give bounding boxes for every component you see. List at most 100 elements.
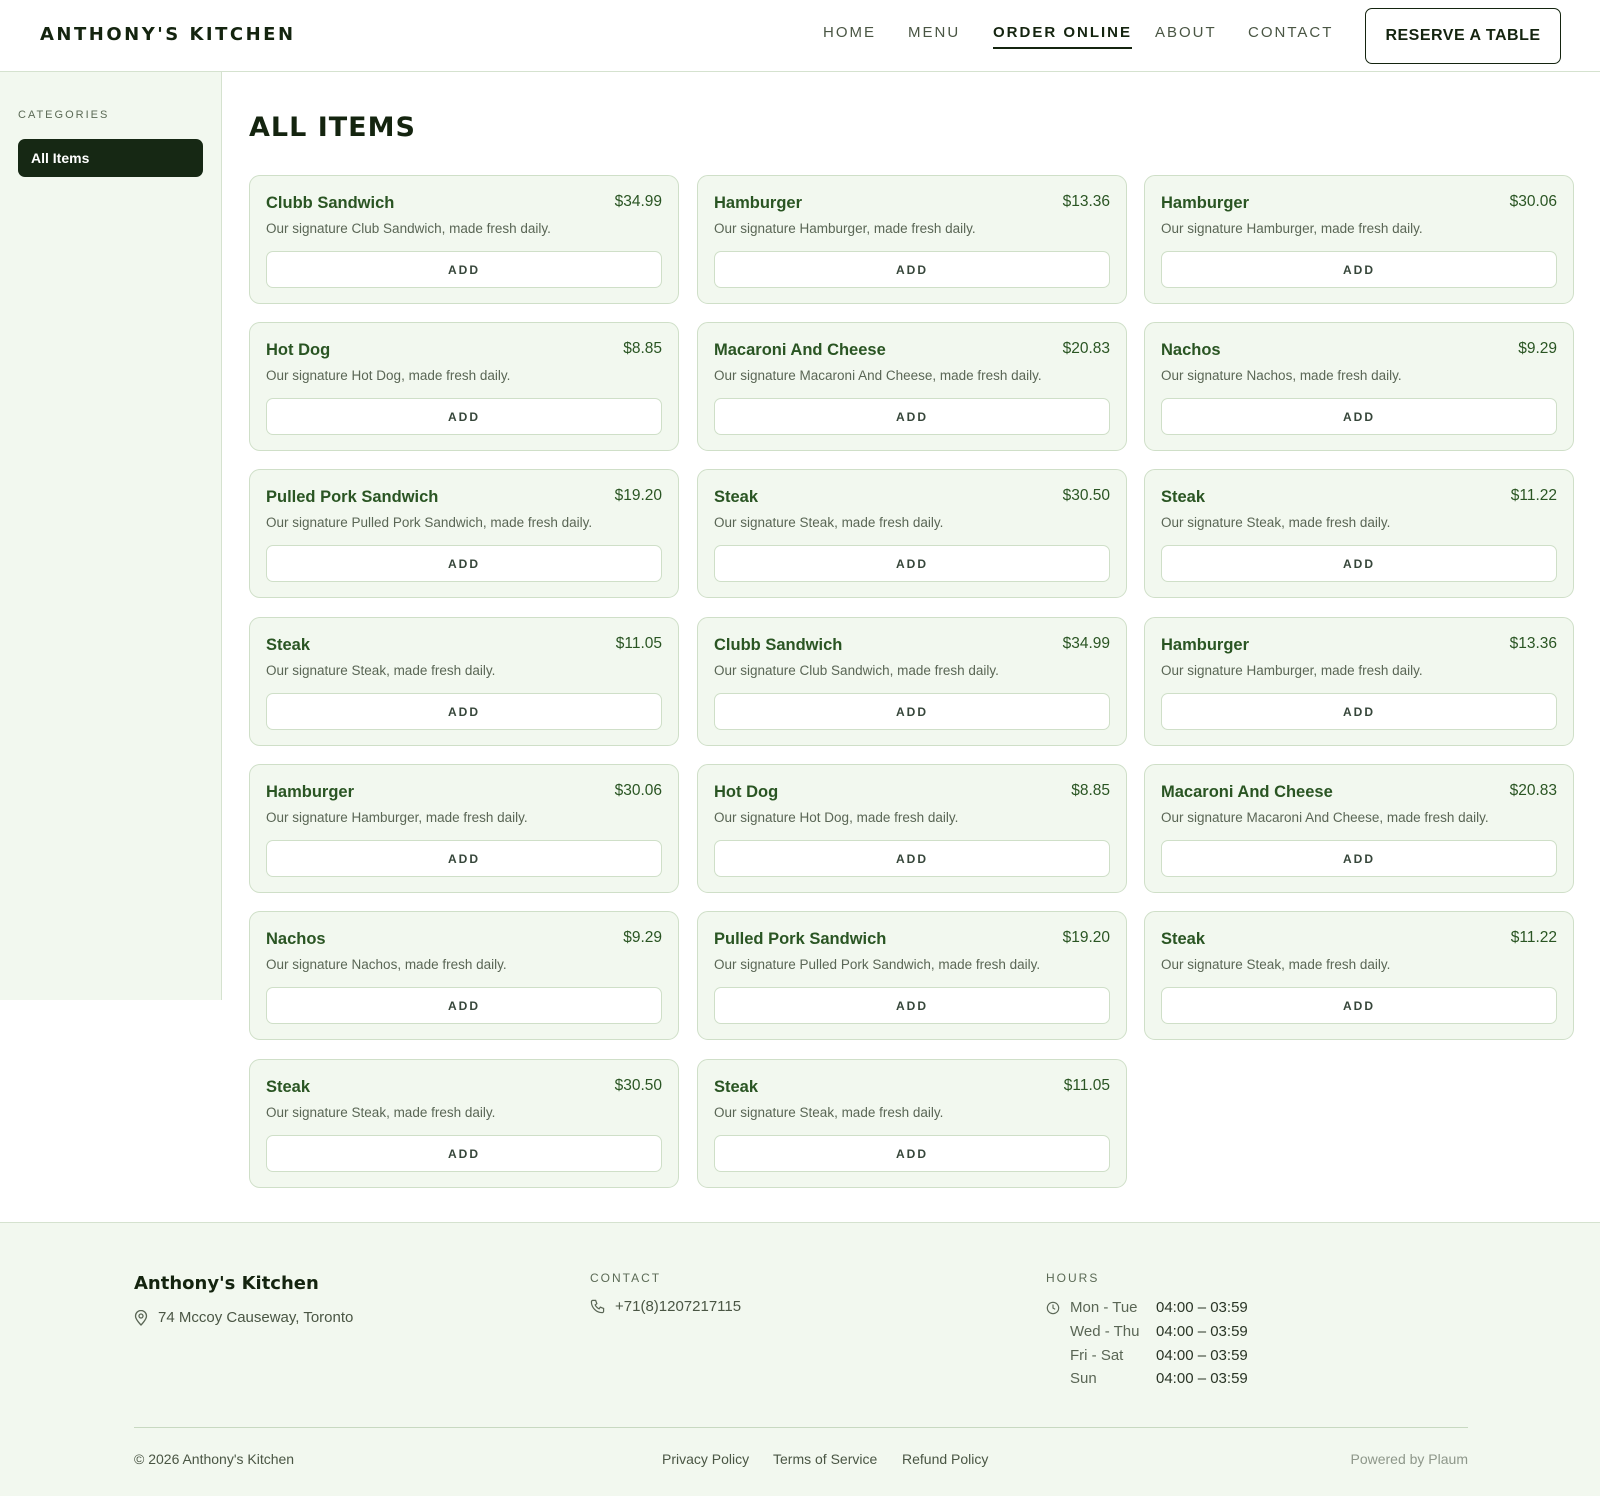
hours-days: Wed - Thu xyxy=(1070,1323,1140,1340)
item-description: Our signature Steak, made fresh daily. xyxy=(266,1105,496,1120)
item-name: Hamburger xyxy=(714,194,803,212)
add-to-cart-button[interactable]: ADD xyxy=(1161,987,1557,1024)
item-name: Steak xyxy=(266,1078,311,1096)
footer-divider xyxy=(134,1427,1468,1428)
phone-icon xyxy=(590,1299,605,1314)
item-price: $13.36 xyxy=(1062,193,1110,210)
item-description: Our signature Hamburger, made fresh dail… xyxy=(1161,221,1423,236)
add-to-cart-button[interactable]: ADD xyxy=(1161,251,1557,288)
category-sidebar: CATEGORIES All Items xyxy=(0,72,222,1000)
item-description: Our signature Steak, made fresh daily. xyxy=(1161,515,1391,530)
add-to-cart-button[interactable]: ADD xyxy=(1161,545,1557,582)
add-to-cart-button[interactable]: ADD xyxy=(266,1135,662,1172)
add-to-cart-button[interactable]: ADD xyxy=(266,987,662,1024)
item-price: $30.06 xyxy=(1509,193,1557,210)
add-to-cart-button[interactable]: ADD xyxy=(714,545,1110,582)
item-name: Hot Dog xyxy=(266,341,331,359)
privacy-policy-link[interactable]: Privacy Policy xyxy=(662,1451,749,1467)
reserve-table-button[interactable]: RESERVE A TABLE xyxy=(1365,8,1561,64)
brand-logo[interactable]: ANTHONY'S KITCHEN xyxy=(40,24,296,45)
item-description: Our signature Hamburger, made fresh dail… xyxy=(266,810,528,825)
item-price: $11.22 xyxy=(1510,487,1557,504)
item-name: Hot Dog xyxy=(714,783,779,801)
item-price: $20.83 xyxy=(1509,782,1557,799)
add-to-cart-button[interactable]: ADD xyxy=(266,840,662,877)
map-pin-icon xyxy=(134,1309,148,1326)
menu-item-card: Hamburger $30.06 Our signature Hamburger, … xyxy=(249,764,679,893)
site-footer: Anthony's Kitchen 74 Mccoy Causeway, Tor… xyxy=(0,1222,1600,1496)
add-to-cart-button[interactable]: ADD xyxy=(266,693,662,730)
item-description: Our signature Club Sandwich, made fresh … xyxy=(266,221,551,236)
item-name: Clubb Sandwich xyxy=(714,636,843,654)
add-to-cart-button[interactable]: ADD xyxy=(1161,840,1557,877)
item-price: $30.50 xyxy=(614,1077,662,1094)
item-price: $9.29 xyxy=(623,929,662,946)
menu-item-card: Steak $11.05 Our signature Steak, made fre… xyxy=(249,617,679,746)
add-to-cart-button[interactable]: ADD xyxy=(714,693,1110,730)
item-description: Our signature Hot Dog, made fresh daily. xyxy=(714,810,959,825)
item-description: Our signature Steak, made fresh daily. xyxy=(266,663,496,678)
item-description: Our signature Macaroni And Cheese, made … xyxy=(1161,810,1489,825)
menu-item-card: Clubb Sandwich $34.99 Our signature Club S… xyxy=(249,175,679,304)
nav-contact[interactable]: CONTACT xyxy=(1248,24,1333,41)
add-to-cart-button[interactable]: ADD xyxy=(266,545,662,582)
item-name: Steak xyxy=(1161,488,1206,506)
add-to-cart-button[interactable]: ADD xyxy=(1161,693,1557,730)
item-description: Our signature Hamburger, made fresh dail… xyxy=(1161,663,1423,678)
hours-time: 04:00 – 03:59 xyxy=(1156,1347,1248,1364)
menu-item-card: Steak $30.50 Our signature Steak, made fre… xyxy=(697,469,1127,598)
item-name: Nachos xyxy=(266,930,326,948)
item-name: Steak xyxy=(266,636,311,654)
category-all-items[interactable]: All Items xyxy=(18,139,203,177)
item-price: $30.50 xyxy=(1062,487,1110,504)
add-to-cart-button[interactable]: ADD xyxy=(714,987,1110,1024)
add-to-cart-button[interactable]: ADD xyxy=(714,840,1110,877)
item-description: Our signature Steak, made fresh daily. xyxy=(714,1105,944,1120)
menu-item-card: Macaroni And Cheese $20.83 Our signature M… xyxy=(1144,764,1574,893)
menu-item-card: Pulled Pork Sandwich $19.20 Our signature … xyxy=(697,911,1127,1040)
item-name: Macaroni And Cheese xyxy=(1161,783,1333,801)
item-name: Pulled Pork Sandwich xyxy=(266,488,439,506)
item-name: Clubb Sandwich xyxy=(266,194,395,212)
item-description: Our signature Hot Dog, made fresh daily. xyxy=(266,368,511,383)
nav-home[interactable]: HOME xyxy=(823,24,876,41)
add-to-cart-button[interactable]: ADD xyxy=(714,251,1110,288)
site-header: ANTHONY'S KITCHEN HOME MENU ORDER ONLINE… xyxy=(0,0,1600,72)
item-name: Hamburger xyxy=(1161,194,1250,212)
phone-text[interactable]: +71(8)1207217115 xyxy=(615,1298,741,1315)
footer-phone[interactable]: +71(8)1207217115 xyxy=(590,1298,741,1315)
powered-by[interactable]: Powered by Plaum xyxy=(1350,1451,1468,1467)
refund-policy-link[interactable]: Refund Policy xyxy=(902,1451,988,1467)
item-price: $11.05 xyxy=(615,635,662,652)
item-name: Pulled Pork Sandwich xyxy=(714,930,887,948)
nav-order-online[interactable]: ORDER ONLINE xyxy=(993,24,1133,49)
add-to-cart-button[interactable]: ADD xyxy=(714,398,1110,435)
menu-item-card: Hamburger $30.06 Our signature Hamburger, … xyxy=(1144,175,1574,304)
add-to-cart-button[interactable]: ADD xyxy=(266,251,662,288)
menu-item-card: Hot Dog $8.85 Our signature Hot Dog, made … xyxy=(249,322,679,451)
item-description: Our signature Steak, made fresh daily. xyxy=(714,515,944,530)
nav-about[interactable]: ABOUT xyxy=(1155,24,1217,41)
footer-brand: Anthony's Kitchen xyxy=(134,1273,319,1294)
item-name: Steak xyxy=(1161,930,1206,948)
copyright: © 2026 Anthony's Kitchen xyxy=(134,1451,295,1467)
add-to-cart-button[interactable]: ADD xyxy=(1161,398,1557,435)
hours-time: 04:00 – 03:59 xyxy=(1156,1370,1248,1387)
hours-time: 04:00 – 03:59 xyxy=(1156,1323,1248,1340)
hours-heading: HOURS xyxy=(1046,1271,1100,1285)
menu-item-card: Steak $11.22 Our signature Steak, made fre… xyxy=(1144,911,1574,1040)
item-price: $34.99 xyxy=(1062,635,1110,652)
menu-item-card: Steak $11.05 Our signature Steak, made fre… xyxy=(697,1059,1127,1188)
add-to-cart-button[interactable]: ADD xyxy=(714,1135,1110,1172)
item-price: $19.20 xyxy=(614,487,662,504)
item-price: $8.85 xyxy=(623,340,662,357)
nav-menu[interactable]: MENU xyxy=(908,24,960,41)
terms-of-service-link[interactable]: Terms of Service xyxy=(773,1451,877,1467)
add-to-cart-button[interactable]: ADD xyxy=(266,398,662,435)
hours-days: Fri - Sat xyxy=(1070,1347,1124,1364)
footer-address: 74 Mccoy Causeway, Toronto xyxy=(134,1309,353,1326)
menu-item-card: Hamburger $13.36 Our signature Hamburger, … xyxy=(697,175,1127,304)
item-name: Steak xyxy=(714,488,759,506)
menu-item-card: Pulled Pork Sandwich $19.20 Our signature … xyxy=(249,469,679,598)
item-price: $34.99 xyxy=(614,193,662,210)
